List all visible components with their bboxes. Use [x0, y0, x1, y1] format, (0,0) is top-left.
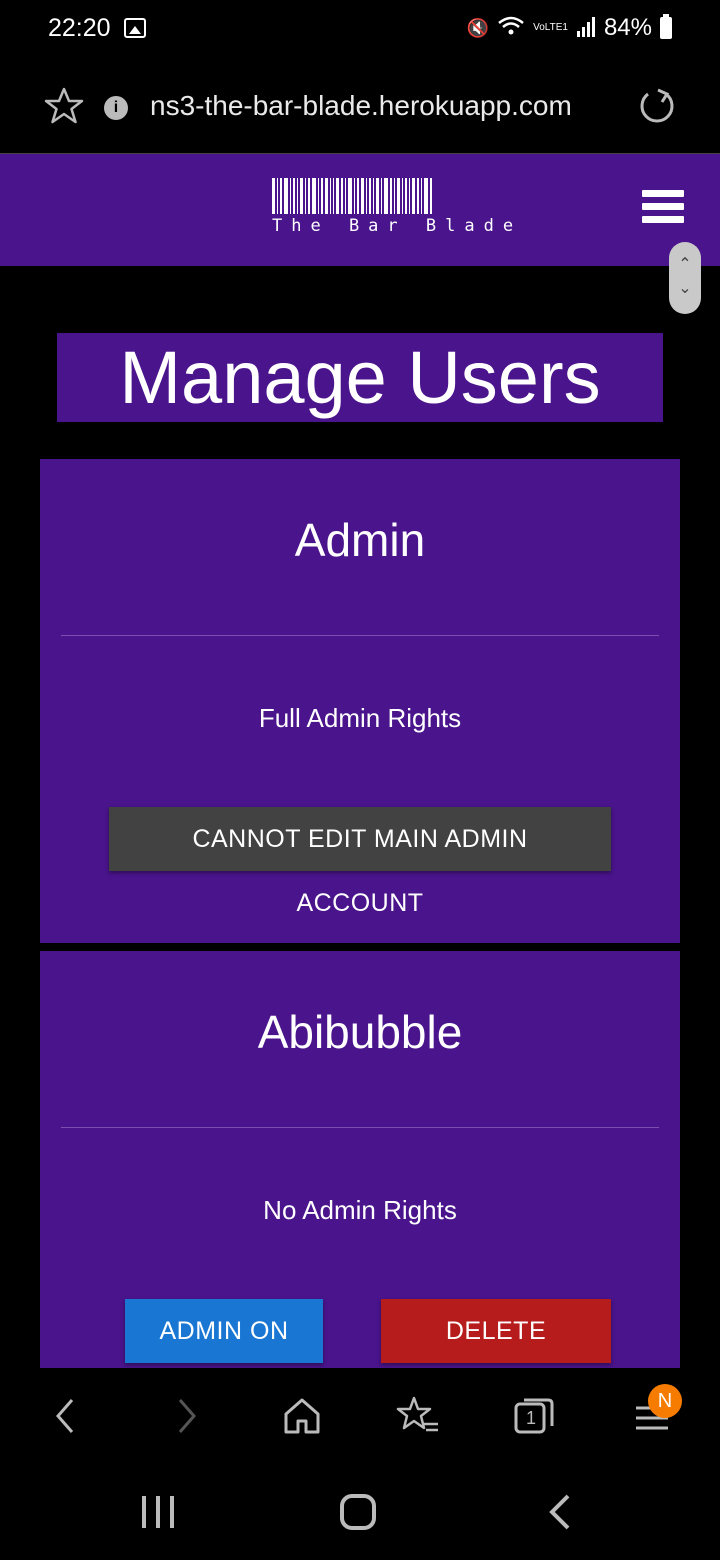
card-divider: [61, 1127, 659, 1128]
notification-badge: N: [648, 1384, 682, 1418]
bookmark-star-icon[interactable]: [44, 86, 84, 126]
image-notification-icon: [124, 18, 146, 38]
barcode-logo-icon: [272, 178, 518, 214]
browser-url-bar: i ns3-the-bar-blade.herokuapp.com: [0, 60, 720, 154]
logo-text: The Bar Blade: [272, 216, 523, 236]
hamburger-menu-icon[interactable]: [642, 190, 684, 226]
cannot-edit-admin-button[interactable]: CANNOT EDIT MAIN ADMIN: [109, 807, 611, 871]
forward-icon[interactable]: [164, 1394, 208, 1438]
site-info-icon[interactable]: i: [104, 96, 128, 120]
browser-toolbar: 1: [0, 1368, 720, 1464]
card-divider: [61, 635, 659, 636]
back-icon[interactable]: [44, 1394, 88, 1438]
site-header: The Bar Blade: [0, 154, 720, 266]
back-button-icon[interactable]: [544, 1492, 576, 1532]
user-card: Admin Full Admin Rights CANNOT EDIT MAIN…: [40, 459, 680, 943]
scroll-down-icon[interactable]: ⌄: [669, 278, 701, 298]
user-card: Abibubble No Admin Rights ADMIN ON DELET…: [40, 951, 680, 1368]
scroll-handle[interactable]: ⌃ ⌄: [669, 242, 701, 314]
battery-icon: [660, 14, 672, 39]
page-title: Manage Users: [119, 336, 601, 419]
reload-icon[interactable]: [636, 86, 676, 126]
wifi-icon: [497, 15, 525, 42]
admin-on-button[interactable]: ADMIN ON: [125, 1299, 323, 1363]
site-logo[interactable]: The Bar Blade: [272, 178, 522, 242]
volte-label: VoLTE1: [533, 22, 568, 33]
bookmarks-icon[interactable]: [396, 1394, 440, 1438]
mute-icon: 🔇: [466, 17, 490, 38]
android-navigation-bar: [0, 1464, 720, 1560]
user-name: Abibubble: [257, 1006, 463, 1058]
status-bar: 22:20 🔇 VoLTE1 84%: [0, 0, 720, 60]
tab-count: 1: [525, 1408, 536, 1428]
home-button-icon[interactable]: [338, 1492, 378, 1532]
home-icon[interactable]: [280, 1394, 324, 1438]
url-text[interactable]: ns3-the-bar-blade.herokuapp.com: [150, 90, 572, 122]
recent-apps-icon[interactable]: [140, 1492, 176, 1532]
user-rights: No Admin Rights: [263, 1195, 457, 1225]
signal-icon: [576, 15, 596, 42]
status-icons: 🔇 VoLTE1 84%: [467, 14, 672, 42]
tabs-icon[interactable]: 1: [512, 1394, 556, 1438]
page-title-box: Manage Users: [57, 333, 663, 422]
user-rights: Full Admin Rights: [258, 703, 462, 733]
user-name: Admin: [294, 514, 426, 566]
cannot-edit-admin-button-line2: ACCOUNT: [296, 889, 424, 917]
delete-button[interactable]: DELETE: [381, 1299, 611, 1363]
battery-percent: 84%: [603, 14, 652, 41]
status-time: 22:20: [48, 14, 111, 42]
scroll-up-icon[interactable]: ⌃: [669, 254, 701, 274]
